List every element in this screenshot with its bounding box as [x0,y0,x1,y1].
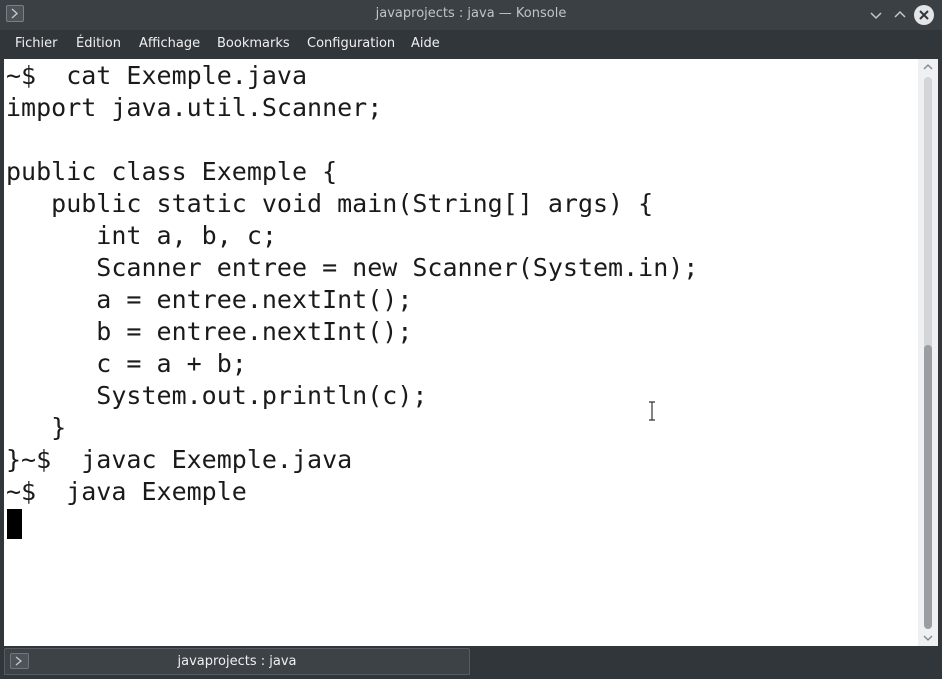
chevron-up-icon [894,10,906,18]
terminal-output[interactable]: ~$ cat Exemple.java import java.util.Sca… [4,59,918,646]
title-bar: javaprojects : java — Konsole [0,0,942,30]
terminal-line: a = entree.nextInt(); [6,285,413,314]
tab-label: javaprojects : java [177,654,297,669]
terminal-line: public class Exemple { [6,157,338,186]
minimize-button[interactable] [866,5,886,25]
terminal-line: ~$ java Exemple [6,477,247,506]
terminal-line: int a, b, c; [6,221,277,250]
menu-configuration[interactable]: Configuration [307,36,395,51]
vertical-scrollbar[interactable] [918,59,938,646]
menu-aide[interactable]: Aide [411,36,440,51]
close-icon [919,10,929,20]
menu-affichage[interactable]: Affichage [139,36,200,51]
block-cursor [7,509,22,539]
terminal-line: }~$ javac Exemple.java [6,445,353,474]
terminal-line: } [6,413,67,442]
terminal-line: Scanner entree = new Scanner(System.in); [6,253,699,282]
menu-edition[interactable]: Édition [76,36,121,51]
tab-javaprojects[interactable]: javaprojects : java [4,648,470,675]
terminal-line: import java.util.Scanner; [6,93,383,122]
close-button[interactable] [914,5,934,25]
menu-bookmarks[interactable]: Bookmarks [217,36,290,51]
scroll-up-icon[interactable] [923,63,933,71]
terminal-line: System.out.println(c); [6,381,428,410]
scroll-down-icon[interactable] [923,634,933,642]
terminal-line: c = a + b; [6,349,247,378]
menu-fichier[interactable]: Fichier [15,36,58,51]
menu-bar: Fichier Édition Affichage Bookmarks Conf… [0,30,942,59]
scrollbar-thumb[interactable] [924,345,932,629]
maximize-button[interactable] [890,5,910,25]
terminal-line: b = entree.nextInt(); [6,317,413,346]
terminal-line: ~$ cat Exemple.java [6,61,308,90]
terminal-line: public static void main(String[] args) { [6,189,654,218]
tab-bar: javaprojects : java [0,646,942,679]
window-title: javaprojects : java — Konsole [375,6,567,21]
text-cursor-icon [649,401,655,421]
chevron-down-icon [870,12,882,20]
